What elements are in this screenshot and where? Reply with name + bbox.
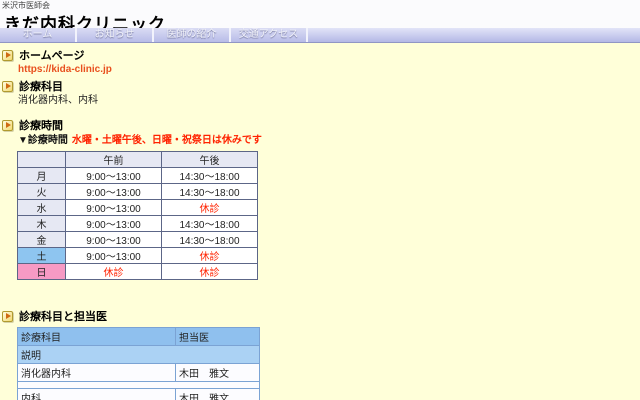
arrow-right-icon bbox=[2, 120, 13, 131]
arrow-right-icon bbox=[2, 50, 13, 61]
hours-heading: 診療時間 bbox=[19, 117, 63, 133]
departments-text: 消化器内科、内科 bbox=[18, 95, 640, 107]
hours-row-tue: 火 9:00～13:00 14:30～18:00 bbox=[18, 184, 258, 200]
am-cell: 9:00～13:00 bbox=[66, 200, 162, 216]
day-cell: 火 bbox=[18, 184, 66, 200]
am-cell: 9:00～13:00 bbox=[66, 184, 162, 200]
hours-header-row: 午前 午後 bbox=[18, 152, 258, 168]
staff-table: 診療科目 担当医 説明 消化器内科 木田 雅文 内科 木田 雅文 bbox=[17, 327, 260, 400]
nav-item-doctors[interactable]: 医師の紹介 bbox=[154, 28, 231, 42]
hours-notice-red: 水曜・土曜午後、日曜・祝祭日は休みです bbox=[72, 135, 262, 146]
section-departments: 診療科目 bbox=[2, 78, 640, 94]
day-cell: 金 bbox=[18, 232, 66, 248]
hours-notice-prefix: ▼診療時間 bbox=[18, 135, 68, 146]
am-cell: 9:00～13:00 bbox=[66, 168, 162, 184]
hours-notice: ▼診療時間水曜・土曜午後、日曜・祝祭日は休みです bbox=[18, 134, 640, 147]
hours-col-pm: 午後 bbox=[162, 152, 258, 168]
hours-row-wed: 水 9:00～13:00 休診 bbox=[18, 200, 258, 216]
main-content: ホームページ https://kida-clinic.jp 診療科目 消化器内科… bbox=[0, 43, 640, 400]
hours-row-thu: 木 9:00～13:00 14:30～18:00 bbox=[18, 216, 258, 232]
staff-col-doctor: 担当医 bbox=[176, 328, 260, 346]
hours-row-fri: 金 9:00～13:00 14:30～18:00 bbox=[18, 232, 258, 248]
nav-item-access[interactable]: 交通アクセス bbox=[231, 28, 308, 42]
day-cell: 水 bbox=[18, 200, 66, 216]
staff-row: 消化器内科 木田 雅文 bbox=[18, 364, 260, 382]
nav-item-news[interactable]: お知らせ bbox=[77, 28, 154, 42]
doctor-cell: 木田 雅文 bbox=[176, 364, 260, 382]
pm-cell-closed: 休診 bbox=[162, 200, 258, 216]
departments-heading: 診療科目 bbox=[19, 78, 63, 94]
hours-row-mon: 月 9:00～13:00 14:30～18:00 bbox=[18, 168, 258, 184]
section-staff: 診療科目と担当医 bbox=[2, 308, 640, 324]
hours-table: 午前 午後 月 9:00～13:00 14:30～18:00 火 9:00～13… bbox=[17, 151, 258, 280]
staff-col-dept: 診療科目 bbox=[18, 328, 176, 346]
pm-cell-closed: 休診 bbox=[162, 264, 258, 280]
hours-corner-cell bbox=[18, 152, 66, 168]
hours-row-sat: 土 9:00～13:00 休診 bbox=[18, 248, 258, 264]
pm-cell: 14:30～18:00 bbox=[162, 184, 258, 200]
homepage-link-row: https://kida-clinic.jp bbox=[18, 64, 640, 76]
nav-item-home[interactable]: ホーム bbox=[0, 28, 77, 42]
doctor-cell: 木田 雅文 bbox=[176, 389, 260, 400]
pm-cell: 14:30～18:00 bbox=[162, 232, 258, 248]
section-hours: 診療時間 bbox=[2, 117, 640, 133]
pm-cell-closed: 休診 bbox=[162, 248, 258, 264]
staff-row: 内科 木田 雅文 bbox=[18, 389, 260, 400]
day-cell-sunday: 日 bbox=[18, 264, 66, 280]
nav-bar: ホーム お知らせ 医師の紹介 交通アクセス bbox=[0, 28, 640, 43]
org-label: 米沢市医師会 bbox=[2, 1, 640, 10]
am-cell: 9:00～13:00 bbox=[66, 248, 162, 264]
hours-row-sun: 日 休診 休診 bbox=[18, 264, 258, 280]
staff-heading: 診療科目と担当医 bbox=[19, 308, 107, 324]
pm-cell: 14:30～18:00 bbox=[162, 216, 258, 232]
hours-col-am: 午前 bbox=[66, 152, 162, 168]
homepage-link[interactable]: https://kida-clinic.jp bbox=[18, 64, 112, 75]
note-cell bbox=[18, 382, 260, 389]
page-header: 米沢市医師会 きだ内科クリニック bbox=[0, 0, 640, 28]
day-cell: 月 bbox=[18, 168, 66, 184]
arrow-right-icon bbox=[2, 311, 13, 322]
staff-subheader-row: 説明 bbox=[18, 346, 260, 364]
homepage-heading: ホームページ bbox=[19, 47, 84, 63]
dept-cell: 内科 bbox=[18, 389, 176, 400]
staff-header-row: 診療科目 担当医 bbox=[18, 328, 260, 346]
section-homepage: ホームページ bbox=[2, 47, 640, 63]
am-cell: 9:00～13:00 bbox=[66, 216, 162, 232]
day-cell-saturday: 土 bbox=[18, 248, 66, 264]
staff-subheader: 説明 bbox=[18, 346, 260, 364]
dept-cell: 消化器内科 bbox=[18, 364, 176, 382]
am-cell-closed: 休診 bbox=[66, 264, 162, 280]
pm-cell: 14:30～18:00 bbox=[162, 168, 258, 184]
am-cell: 9:00～13:00 bbox=[66, 232, 162, 248]
staff-note-row bbox=[18, 382, 260, 389]
day-cell: 木 bbox=[18, 216, 66, 232]
arrow-right-icon bbox=[2, 81, 13, 92]
